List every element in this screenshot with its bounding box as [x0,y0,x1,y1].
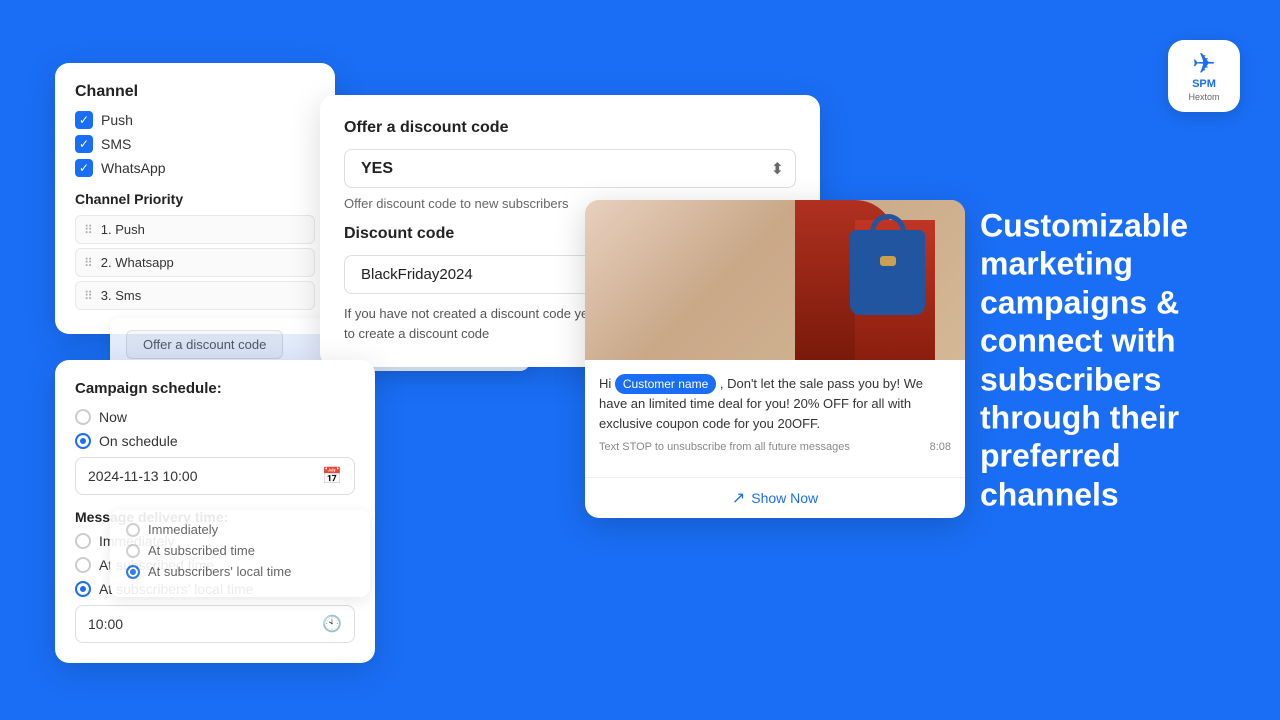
channel-card: Channel ✓ Push ✓ SMS ✓ WhatsApp Channel … [55,63,335,334]
sms-checkbox[interactable]: ✓ [75,135,93,153]
offer-discount-title: Offer a discount code [344,119,796,137]
drag-handle-icon: ⠿ [84,223,93,237]
ghost-local: At subscribers' local time [126,564,354,579]
priority-push-label: 1. Push [101,222,145,237]
whatsapp-product-image [585,200,965,360]
on-schedule-radio-item[interactable]: On schedule [75,433,355,449]
immediately-radio[interactable] [75,533,91,549]
whatsapp-message-text: Hi Customer name , Don't let the sale pa… [599,374,951,433]
priority-whatsapp-label: 2. Whatsapp [101,255,174,270]
customer-name-badge: Customer name [615,374,716,394]
priority-sms-label: 3. Sms [101,288,141,303]
whatsapp-preview-card: Hi Customer name , Don't let the sale pa… [585,200,965,518]
right-marketing-text: Customizable marketing campaigns & conne… [980,206,1240,513]
external-link-icon: ↗ [732,488,745,508]
message-prefix: Hi [599,376,615,391]
sms-label: SMS [101,136,131,152]
priority-push[interactable]: ⠿ 1. Push [75,215,315,244]
paper-plane-icon: ✈ [1192,50,1215,78]
ghost-schedule-card: Immediately At subscribed time At subscr… [110,510,370,597]
whatsapp-message-body: Hi Customer name , Don't let the sale pa… [585,360,965,477]
ghost-immediately-label: Immediately [148,522,218,537]
ghost-subscribed-radio [126,544,140,558]
whatsapp-time: 8:08 [930,441,951,453]
link-hint-text2: to create a discount code [344,326,489,341]
priority-whatsapp[interactable]: ⠿ 2. Whatsapp [75,248,315,277]
ghost-local-label: At subscribers' local time [148,564,291,579]
on-schedule-label: On schedule [99,433,178,449]
channel-title: Channel [75,83,315,101]
push-checkbox[interactable]: ✓ [75,111,93,129]
whatsapp-label: WhatsApp [101,160,166,176]
time-input-wrapper[interactable]: 🕙 [75,605,355,643]
drag-handle-icon: ⠿ [84,289,93,303]
now-label: Now [99,409,127,425]
sms-checkbox-item[interactable]: ✓ SMS [75,135,315,153]
push-checkbox-item[interactable]: ✓ Push [75,111,315,129]
drag-handle-icon: ⠿ [84,256,93,270]
local-time-radio[interactable] [75,581,91,597]
ghost-subscribed: At subscribed time [126,543,354,558]
whatsapp-footer-text: Text STOP to unsubscribe from all future… [599,441,850,453]
whatsapp-checkbox[interactable]: ✓ [75,159,93,177]
subscribed-time-radio[interactable] [75,557,91,573]
whatsapp-checkbox-item[interactable]: ✓ WhatsApp [75,159,315,177]
offer-select[interactable]: YES NO [344,149,796,188]
ghost-local-radio [126,565,140,579]
whatsapp-meta-row: Text STOP to unsubscribe from all future… [599,441,951,463]
offer-select-wrapper[interactable]: YES NO ⬍ [344,149,796,188]
push-label: Push [101,112,133,128]
now-radio[interactable] [75,409,91,425]
date-input-wrapper[interactable]: 📅 [75,457,355,495]
ghost-immediately-radio [126,523,140,537]
spm-logo: ✈ SPM Hextom [1168,40,1240,112]
hextom-text: Hextom [1188,92,1219,102]
whatsapp-footer[interactable]: ↗ Show Now [585,477,965,518]
priority-title: Channel Priority [75,191,315,207]
marketing-heading: Customizable marketing campaigns & conne… [980,206,1240,513]
ghost-immediately: Immediately [126,522,354,537]
now-radio-item[interactable]: Now [75,409,355,425]
date-input[interactable] [88,468,322,484]
calendar-icon: 📅 [322,466,342,486]
ghost-subscribed-label: At subscribed time [148,543,255,558]
clock-icon: 🕙 [322,614,342,634]
on-schedule-radio[interactable] [75,433,91,449]
schedule-title: Campaign schedule: [75,380,355,397]
spm-brand-text: SPM [1192,78,1216,91]
show-now-link[interactable]: Show Now [751,490,818,506]
priority-sms[interactable]: ⠿ 3. Sms [75,281,315,310]
time-input[interactable] [88,616,322,632]
offer-discount-ghost-btn: Offer a discount code [126,330,283,359]
